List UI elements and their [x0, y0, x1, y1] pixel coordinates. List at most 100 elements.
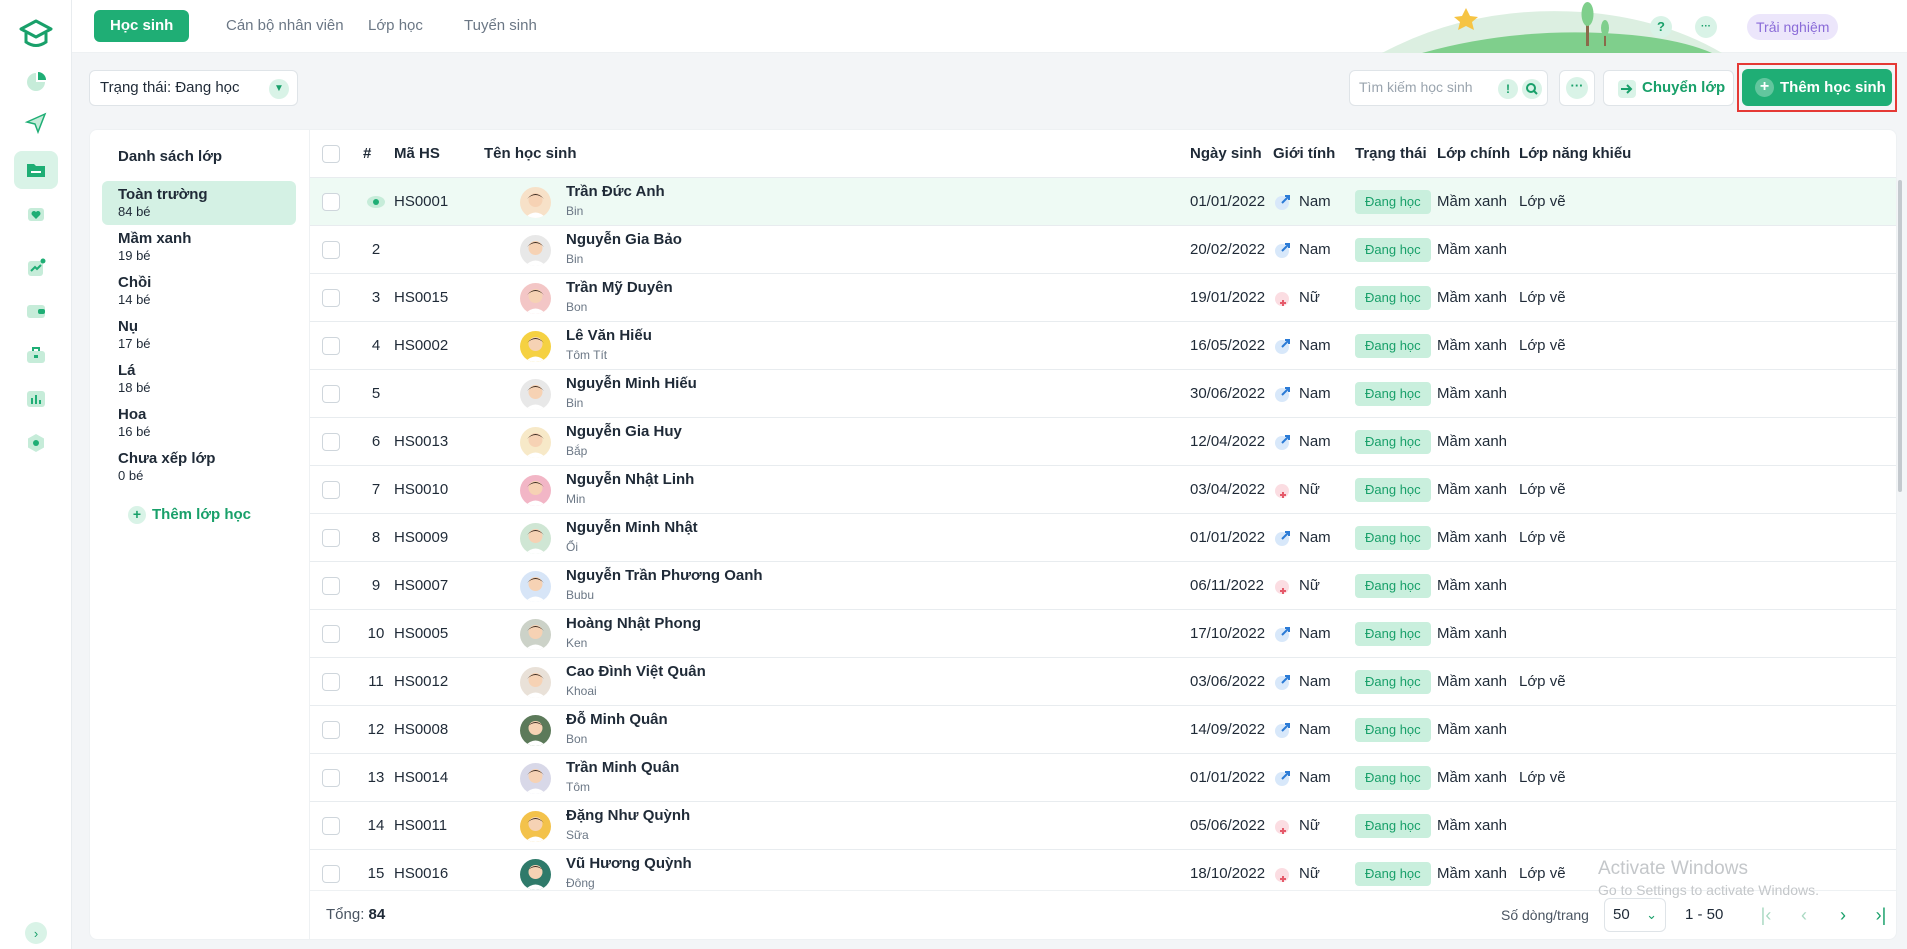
student-name[interactable]: Nguyễn Gia Huy — [566, 423, 682, 440]
student-name[interactable]: Nguyễn Minh Nhật — [566, 519, 698, 536]
expand-sidebar-icon[interactable]: › — [25, 922, 47, 944]
class-item-la[interactable]: Lá 18 bé — [102, 357, 296, 401]
student-name[interactable]: Trần Minh Quân — [566, 759, 679, 776]
add-student-button[interactable]: + Thêm học sinh — [1742, 69, 1892, 106]
column-header-dob[interactable]: Ngày sinh — [1190, 145, 1262, 162]
transfer-class-button[interactable]: Chuyển lớp — [1603, 70, 1734, 106]
student-dob: 03/06/2022 — [1190, 673, 1266, 690]
table-row[interactable]: 5 Nguyễn Minh Hiếu Bin 30/06/2022 Nam Đang họ… — [310, 370, 1896, 418]
table-row[interactable]: 3 HS0015 Trần Mỹ Duyên Bon 19/01/2022 Nữ Đang … — [310, 274, 1896, 322]
row-checkbox[interactable] — [322, 769, 340, 787]
table-row[interactable]: HS0001 Trần Đức Anh Bin 01/01/2022 Nam Đang h… — [310, 178, 1896, 226]
settings-gear-icon[interactable] — [14, 424, 58, 462]
search-icon[interactable] — [1522, 79, 1542, 99]
student-name[interactable]: Nguyễn Nhật Linh — [566, 471, 694, 488]
student-name[interactable]: Đặng Như Quỳnh — [566, 807, 690, 824]
app-logo-icon[interactable] — [17, 17, 55, 51]
student-name[interactable]: Vũ Hương Quỳnh — [566, 855, 692, 872]
row-checkbox[interactable] — [322, 865, 340, 883]
table-row[interactable]: 8 HS0009 Nguyễn Minh Nhật Ổi 01/01/2022 Nam Đa… — [310, 514, 1896, 562]
add-class-button[interactable]: + Thêm lớp học — [128, 505, 251, 525]
next-page-icon[interactable]: › — [1832, 904, 1854, 926]
send-plane-icon[interactable] — [14, 104, 58, 142]
row-number: 13 — [367, 769, 385, 786]
row-checkbox[interactable] — [322, 577, 340, 595]
select-all-checkbox[interactable] — [322, 145, 340, 163]
class-item-mam-xanh[interactable]: Mầm xanh 19 bé — [102, 225, 296, 269]
column-header-main-class[interactable]: Lớp chính — [1437, 145, 1510, 162]
row-checkbox[interactable] — [322, 721, 340, 739]
row-checkbox[interactable] — [322, 337, 340, 355]
report-bar-icon[interactable] — [14, 380, 58, 418]
student-code: HS0008 — [394, 721, 449, 738]
more-actions-button[interactable]: ··· — [1559, 70, 1595, 106]
last-page-icon[interactable]: ›| — [1870, 904, 1892, 926]
student-name[interactable]: Trần Mỹ Duyên — [566, 279, 673, 296]
row-checkbox[interactable] — [322, 529, 340, 547]
student-name[interactable]: Trần Đức Anh — [566, 183, 665, 200]
tab-lop-hoc[interactable]: Lớp học — [352, 10, 439, 42]
tab-hoc-sinh[interactable]: Học sinh — [94, 10, 190, 42]
tab-tuyen-sinh[interactable]: Tuyển sinh — [448, 10, 553, 42]
briefcase-icon[interactable] — [14, 336, 58, 374]
student-name[interactable]: Nguyễn Gia Bảo — [566, 231, 682, 248]
female-gender-icon — [1275, 484, 1289, 498]
row-checkbox[interactable] — [322, 481, 340, 499]
tab-can-bo-nhan-vien[interactable]: Cán bộ nhân viên — [210, 10, 360, 42]
info-warning-icon[interactable]: ! — [1498, 79, 1518, 99]
class-item-hoa[interactable]: Hoa 16 bé — [102, 401, 296, 445]
student-folder-icon[interactable] — [14, 151, 58, 189]
add-class-label: Thêm lớp học — [152, 506, 252, 523]
table-row[interactable]: 2 Nguyễn Gia Bảo Bin 20/02/2022 Nam Đang học M… — [310, 226, 1896, 274]
table-row[interactable]: 10 HS0005 Hoàng Nhật Phong Ken 17/10/2022 Nam… — [310, 610, 1896, 658]
student-name[interactable]: Nguyễn Minh Hiếu — [566, 375, 697, 392]
student-main-class: Mầm xanh — [1437, 385, 1508, 402]
view-eye-icon[interactable] — [366, 194, 386, 210]
dashboard-pie-icon[interactable] — [14, 63, 58, 101]
student-dob: 01/01/2022 — [1190, 193, 1266, 210]
student-name[interactable]: Cao Đình Việt Quân — [566, 663, 706, 680]
table-row[interactable]: 4 HS0002 Lê Văn Hiếu Tôm Tít 16/05/2022 Nam Đa… — [310, 322, 1896, 370]
student-name[interactable]: Đỗ Minh Quân — [566, 711, 668, 728]
table-row[interactable]: 9 HS0007 Nguyễn Trần Phương Oanh Bubu 06/11/… — [310, 562, 1896, 610]
column-header-gender[interactable]: Giới tính — [1273, 145, 1335, 162]
column-header-talent-class[interactable]: Lớp năng khiếu — [1519, 145, 1631, 162]
row-checkbox[interactable] — [322, 817, 340, 835]
row-checkbox[interactable] — [322, 193, 340, 211]
class-item-toan-truong[interactable]: Toàn trường 84 bé — [102, 181, 296, 225]
rows-per-page-select[interactable]: 50 ⌄ — [1604, 898, 1666, 932]
table-row[interactable]: 13 HS0014 Trần Minh Quân Tôm 01/01/2022 Nam Đa… — [310, 754, 1896, 802]
wallet-icon[interactable] — [14, 292, 58, 330]
table-row[interactable]: 7 HS0010 Nguyễn Nhật Linh Min 03/04/2022 Nữ Đa… — [310, 466, 1896, 514]
row-checkbox[interactable] — [322, 241, 340, 259]
row-checkbox[interactable] — [322, 625, 340, 643]
status-badge: Đang học — [1355, 526, 1431, 550]
class-item-chua-xep-lop[interactable]: Chưa xếp lớp 0 bé — [102, 445, 296, 489]
table-row[interactable]: 14 HS0011 Đặng Như Quỳnh Sữa 05/06/2022 Nữ Đan… — [310, 802, 1896, 850]
student-name[interactable]: Hoàng Nhật Phong — [566, 615, 701, 632]
prev-page-icon[interactable]: ‹ — [1793, 904, 1815, 926]
help-icon[interactable]: ? — [1650, 16, 1672, 38]
row-checkbox[interactable] — [322, 385, 340, 403]
class-item-choi[interactable]: Chồi 14 bé — [102, 269, 296, 313]
more-options-icon[interactable]: ··· — [1695, 16, 1717, 38]
row-checkbox[interactable] — [322, 673, 340, 691]
row-checkbox[interactable] — [322, 433, 340, 451]
table-row[interactable]: 11 HS0012 Cao Đình Việt Quân Khoai 03/06/202… — [310, 658, 1896, 706]
growth-chart-icon[interactable] — [14, 249, 58, 287]
row-checkbox[interactable] — [322, 289, 340, 307]
table-row[interactable]: 6 HS0013 Nguyễn Gia Huy Bắp 12/04/2022 Nam Đan… — [310, 418, 1896, 466]
health-heart-icon[interactable] — [14, 195, 58, 233]
status-filter-select[interactable]: Trạng thái: Đang học ▼ — [89, 70, 298, 106]
student-name[interactable]: Lê Văn Hiếu — [566, 327, 652, 344]
search-input[interactable] — [1359, 79, 1491, 95]
column-header-status[interactable]: Trạng thái — [1355, 145, 1427, 162]
student-name[interactable]: Nguyễn Trần Phương Oanh — [566, 567, 763, 584]
table-row[interactable]: 12 HS0008 Đỗ Minh Quân Bon 14/09/2022 Nam Đang… — [310, 706, 1896, 754]
column-header-name[interactable]: Tên học sinh — [484, 145, 577, 162]
table-scrollbar[interactable] — [1898, 180, 1902, 492]
column-header-code[interactable]: Mã HS — [394, 145, 440, 162]
class-item-nu[interactable]: Nụ 17 bé — [102, 313, 296, 357]
first-page-icon[interactable]: |‹ — [1755, 904, 1777, 926]
trial-badge[interactable]: Trải nghiệm — [1747, 14, 1839, 40]
